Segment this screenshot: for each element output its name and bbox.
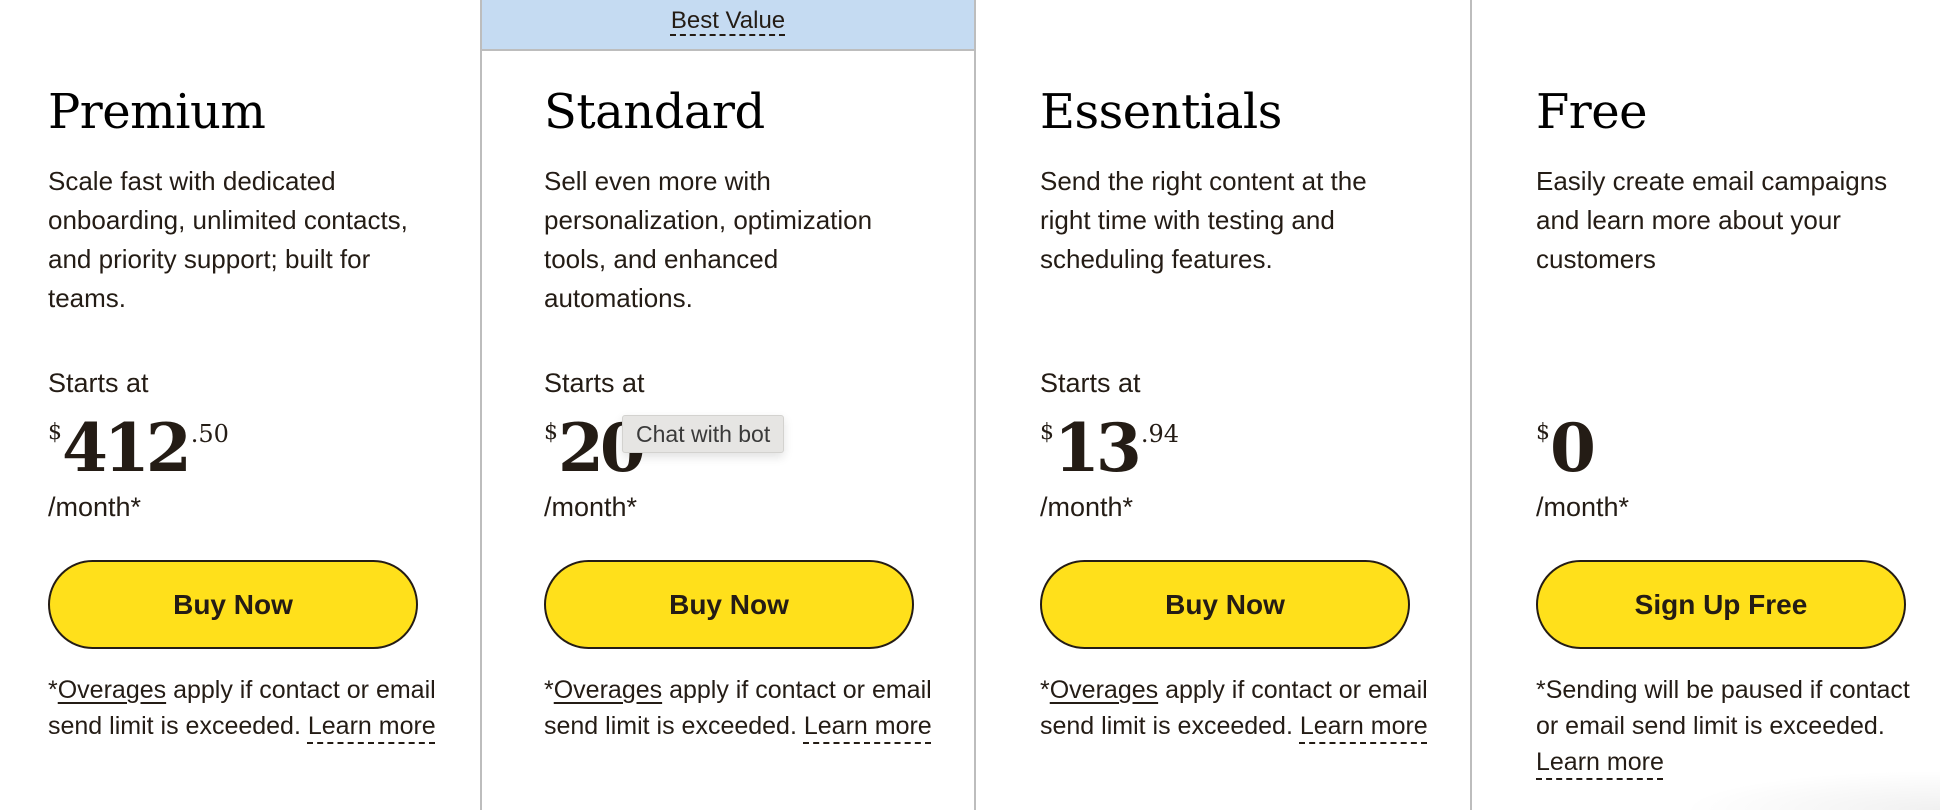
plan-card-standard: Best Value Standard Sell even more with … [480, 0, 976, 810]
plan-footnote: *Overages apply if contact or email send… [544, 672, 944, 744]
billing-period: /month* [48, 492, 142, 522]
overages-link[interactable]: Overages [58, 676, 166, 704]
billing-period: /month* [1536, 492, 1630, 522]
plan-price: $0 [1536, 409, 1596, 487]
price-amount: 13 [1054, 409, 1142, 487]
plan-card-essentials: Essentials Send the right content at the… [976, 0, 1472, 810]
footnote-text: *Sending will be paused if contact or em… [1536, 676, 1910, 740]
plan-description: Send the right content at the right time… [1040, 166, 1367, 274]
sign-up-free-button[interactable]: Sign Up Free [1536, 560, 1906, 649]
plan-price: $412.50 [48, 412, 229, 484]
plan-name: Free [1536, 84, 1648, 140]
plan-name: Essentials [1040, 84, 1282, 140]
learn-more-link[interactable]: Learn more [804, 712, 932, 740]
starts-at-label: Starts at [1040, 368, 1141, 398]
learn-more-link[interactable]: Learn more [308, 712, 436, 740]
plan-name: Standard [544, 84, 765, 140]
plan-card-free: Free Easily create email campaigns and l… [1472, 0, 1940, 810]
badge-label: Best Value [670, 7, 786, 34]
plan-description: Scale fast with dedicated onboarding, un… [48, 166, 408, 313]
currency-symbol: $ [544, 420, 558, 445]
overages-link[interactable]: Overages [1050, 676, 1158, 704]
buy-now-button[interactable]: Buy Now [544, 560, 914, 649]
currency-symbol: $ [1040, 420, 1054, 445]
currency-symbol: $ [1536, 420, 1550, 445]
price-cents: .50 [190, 420, 229, 448]
best-value-badge: Best Value [482, 0, 974, 51]
plan-footnote: *Overages apply if contact or email send… [1040, 672, 1440, 744]
plan-name: Premium [48, 84, 266, 140]
plan-footnote: *Sending will be paused if contact or em… [1536, 672, 1936, 780]
starts-at-label: Starts at [48, 368, 149, 398]
pricing-plans: Premium Scale fast with dedicated onboar… [0, 0, 1940, 810]
price-amount: 412 [62, 409, 192, 487]
learn-more-link[interactable]: Learn more [1300, 712, 1428, 740]
buy-now-button[interactable]: Buy Now [1040, 560, 1410, 649]
plan-description: Sell even more with personalization, opt… [544, 166, 873, 313]
currency-symbol: $ [48, 420, 62, 445]
plan-price: $13.94 [1040, 412, 1179, 484]
footnote-asterisk: * [1040, 676, 1050, 704]
plan-description: Easily create email campaigns and learn … [1536, 166, 1888, 274]
starts-at-label: Starts at [544, 368, 645, 398]
footnote-asterisk: * [48, 676, 58, 704]
billing-period: /month* [544, 492, 638, 522]
buy-now-button[interactable]: Buy Now [48, 560, 418, 649]
billing-period: /month* [1040, 492, 1134, 522]
plan-card-premium: Premium Scale fast with dedicated onboar… [0, 0, 480, 810]
footnote-asterisk: * [544, 676, 554, 704]
chat-with-bot-tooltip: Chat with bot [622, 415, 785, 453]
overages-link[interactable]: Overages [554, 676, 662, 704]
price-amount: 0 [1550, 409, 1596, 487]
plan-footnote: *Overages apply if contact or email send… [48, 672, 448, 744]
price-cents: .94 [1140, 420, 1180, 448]
learn-more-link[interactable]: Learn more [1536, 748, 1664, 776]
